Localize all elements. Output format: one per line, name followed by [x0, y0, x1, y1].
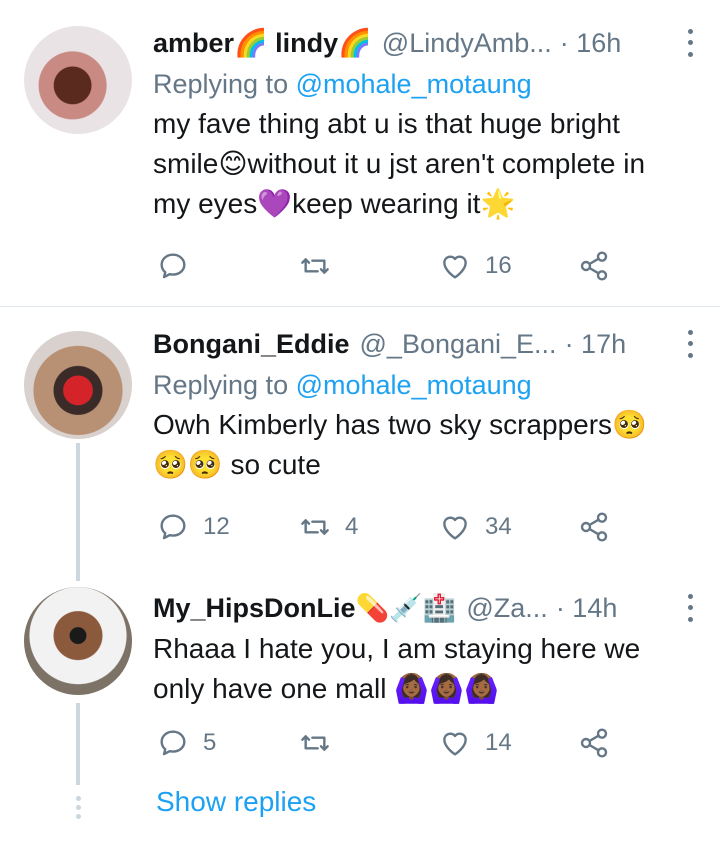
replying-to-link[interactable]: @mohale_motaung	[296, 69, 532, 99]
retweet-button[interactable]: 4	[299, 511, 358, 543]
avatar[interactable]	[24, 587, 132, 695]
retweet-icon	[301, 519, 329, 535]
share-icon	[580, 512, 608, 542]
share-icon	[580, 251, 608, 281]
reply-button[interactable]	[157, 250, 203, 282]
tweet-text-line: smile😊without it u jst aren't complete i…	[153, 148, 646, 179]
tweet-3[interactable]: My_HipsDonLie💊💉🏥 @Za... · 14h Rhaaa I ha…	[0, 579, 720, 785]
timestamp[interactable]: · 14h	[556, 593, 618, 624]
avatar[interactable]	[24, 331, 132, 439]
heart-icon	[443, 255, 467, 279]
replying-to-link[interactable]: @mohale_motaung	[296, 370, 532, 400]
username-handle[interactable]: @LindyAmb...	[382, 28, 552, 59]
more-icon[interactable]	[680, 591, 700, 625]
username-handle[interactable]: @Za...	[466, 593, 547, 624]
display-name[interactable]: Bongani_Eddie	[153, 329, 350, 360]
share-icon	[580, 728, 608, 758]
tweet-text-line: my eyes💜keep wearing it🌟	[153, 188, 516, 219]
like-button[interactable]: 14	[439, 727, 512, 759]
more-icon[interactable]	[680, 26, 700, 60]
tweet-1[interactable]: amber🌈 lindy🌈 @LindyAmb... · 16h Replyin…	[0, 0, 720, 306]
timestamp[interactable]: · 17h	[565, 329, 627, 360]
retweet-icon	[301, 258, 329, 274]
reply-icon	[160, 514, 186, 540]
tweet-text-line: Rhaaa I hate you, I am staying here we	[153, 633, 641, 664]
tweet-text-line: Owh Kimberly has two sky scrappers🥺	[153, 409, 647, 440]
share-button[interactable]	[578, 511, 610, 543]
reply-count: 12	[203, 513, 230, 540]
username-handle[interactable]: @_Bongani_E...	[360, 329, 557, 360]
replying-prefix: Replying to	[153, 69, 289, 99]
share-button[interactable]	[578, 727, 610, 759]
heart-icon	[443, 732, 467, 756]
reply-icon	[160, 253, 186, 279]
retweet-count: 4	[345, 513, 359, 540]
like-count: 14	[485, 729, 512, 756]
display-name[interactable]: amber🌈 lindy🌈	[153, 27, 372, 59]
retweet-button[interactable]	[299, 727, 345, 759]
replying-to: Replying to @mohale_motaung	[153, 365, 700, 405]
like-button[interactable]: 16	[439, 250, 512, 282]
retweet-icon	[301, 735, 329, 751]
reply-icon	[160, 730, 186, 756]
tweet-text-line: my fave thing abt u is that huge bright	[153, 108, 620, 139]
like-count: 34	[485, 513, 512, 540]
reply-button[interactable]: 12	[157, 511, 230, 543]
retweet-button[interactable]	[299, 250, 345, 282]
like-button[interactable]: 34	[439, 511, 512, 543]
reply-button[interactable]: 5	[157, 727, 216, 759]
tweet-2[interactable]: Bongani_Eddie @_Bongani_E... · 17h Reply…	[0, 307, 720, 581]
tweet-text-line: only have one mall 🙆🏾‍♀️🙆🏾‍♀️🙆🏾‍♀️	[153, 673, 499, 704]
tweet-text: my fave thing abt u is that huge bright …	[153, 104, 700, 224]
avatar[interactable]	[24, 26, 132, 134]
more-replies-dots	[74, 796, 82, 819]
replying-prefix: Replying to	[153, 370, 289, 400]
timestamp[interactable]: · 16h	[560, 28, 622, 59]
more-icon[interactable]	[680, 327, 700, 361]
show-replies-link[interactable]: Show replies	[156, 786, 316, 818]
tweet-text: Rhaaa I hate you, I am staying here we o…	[153, 629, 700, 709]
reply-count: 5	[203, 729, 217, 756]
heart-icon	[443, 516, 467, 540]
display-name[interactable]: My_HipsDonLie💊💉🏥	[153, 592, 456, 624]
tweet-text: Owh Kimberly has two sky scrappers🥺 🥺🥺 s…	[153, 405, 700, 485]
share-button[interactable]	[578, 250, 610, 282]
tweet-text-line: 🥺🥺 so cute	[153, 449, 321, 480]
like-count: 16	[485, 252, 512, 279]
replying-to: Replying to @mohale_motaung	[153, 64, 700, 104]
